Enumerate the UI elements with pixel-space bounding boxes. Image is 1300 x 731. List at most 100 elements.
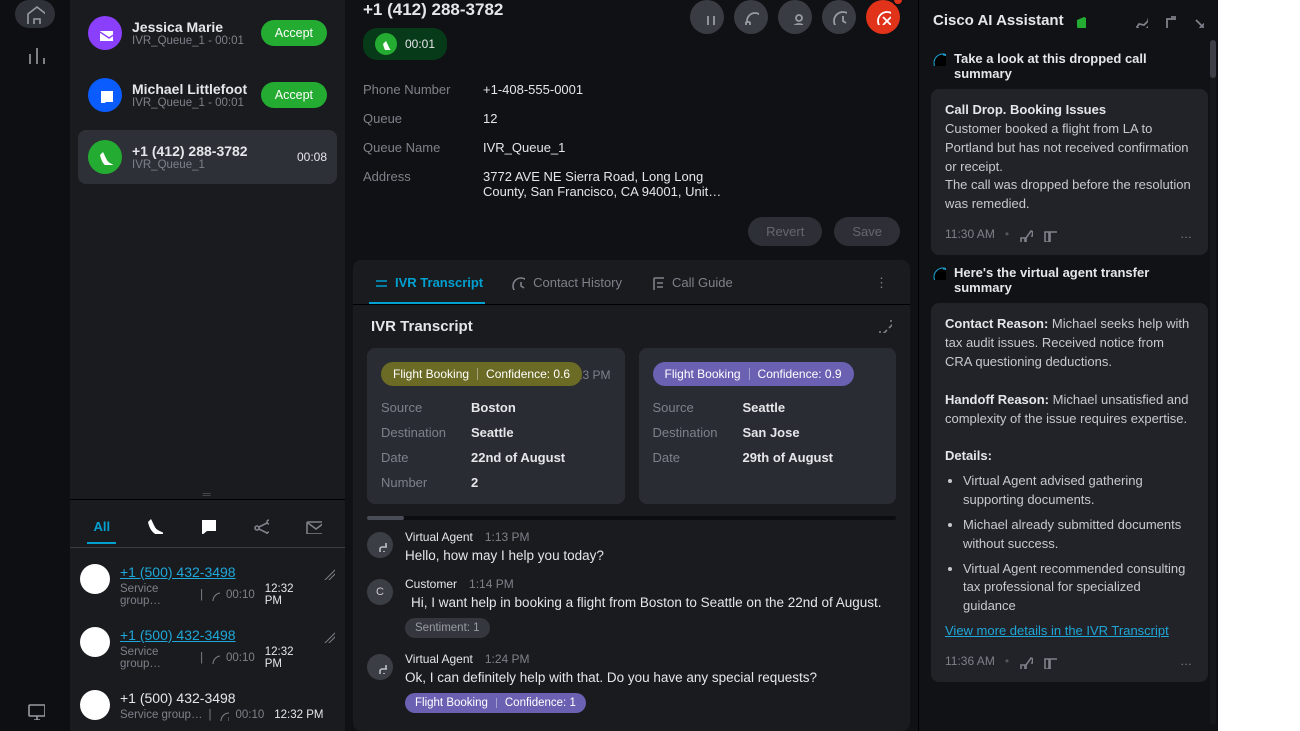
- contact-name: +1 (412) 288-3782: [132, 143, 287, 159]
- transcript-message: C Customer1:14 PM Hi, I want help in boo…: [367, 577, 896, 638]
- history-item[interactable]: +1 (500) 432-3498 Service group…| 00:10 …: [76, 680, 339, 731]
- resize-handle[interactable]: ═: [70, 490, 345, 499]
- call-header: +1 (412) 288-3782 00:01: [345, 0, 918, 246]
- intent-chip: Flight Booking Confidence: 1: [405, 693, 586, 713]
- header-buttons: Revert Save: [363, 217, 900, 246]
- wrapup-button[interactable]: [822, 0, 856, 34]
- history-number[interactable]: +1 (500) 432-3498: [120, 627, 309, 643]
- row-label: Destination: [653, 425, 743, 440]
- home-icon: [25, 4, 45, 24]
- consult-button[interactable]: [734, 0, 768, 34]
- app-root: Jessica Marie IVR_Queue_1 - 00:01 Accept…: [0, 0, 1218, 731]
- row-label: Source: [381, 400, 471, 415]
- nav-analytics[interactable]: [25, 44, 45, 67]
- mail-icon: [304, 516, 322, 534]
- history-tab-calls[interactable]: [139, 508, 169, 547]
- left-column: Jessica Marie IVR_Queue_1 - 00:01 Accept…: [70, 0, 345, 731]
- row-value: San Jose: [743, 425, 883, 440]
- edit-button[interactable]: [319, 627, 335, 646]
- phone-icon: [87, 571, 103, 587]
- edit-button[interactable]: [319, 564, 335, 583]
- tab-call-guide[interactable]: Call Guide: [646, 262, 735, 304]
- field-value: 3772 AVE NE Sierra Road, Long Long Count…: [483, 169, 743, 199]
- tab-contact-history[interactable]: Contact History: [507, 262, 624, 304]
- doc-icon: [648, 274, 664, 290]
- contact-sub: IVR_Queue_1 - 00:01: [132, 35, 251, 47]
- history-tab-chats[interactable]: [192, 508, 222, 547]
- assistant-title: Cisco AI Assistant: [933, 12, 1064, 29]
- contact-row-active[interactable]: +1 (412) 288-3782 IVR_Queue_1 00:08: [78, 130, 337, 184]
- badge-confidence: Confidence: 0.9: [758, 367, 842, 381]
- assistant-section-heading: Take a look at this dropped call summary: [931, 51, 1208, 81]
- clock-icon: [831, 9, 847, 25]
- intent-card: Flight Booking Confidence: 0.9 SourceSea…: [639, 348, 897, 504]
- card-footer: 11:36 AM• …: [945, 653, 1194, 670]
- call-fields: Phone Number +1-408-555-0001 Queue 12 Qu…: [363, 82, 900, 199]
- thumbs-down-icon[interactable]: [1043, 655, 1057, 669]
- accept-button[interactable]: Accept: [261, 20, 327, 46]
- card-label: Handoff Reason:: [945, 392, 1049, 407]
- phone-icon: [87, 634, 103, 650]
- contact-row[interactable]: Michael Littlefoot IVR_Queue_1 - 00:01 A…: [78, 68, 337, 122]
- hold-button[interactable]: [690, 0, 724, 34]
- tab-more[interactable]: ⋮: [869, 269, 894, 297]
- history-time: 12:32 PM: [265, 646, 309, 670]
- intent-badge: Flight Booking Confidence: 0.6: [381, 362, 582, 386]
- thumbs-up-icon[interactable]: [1019, 655, 1033, 669]
- card-time: 11:30 AM: [945, 226, 995, 243]
- more-button[interactable]: …: [1180, 226, 1194, 243]
- tab-ivr-transcript[interactable]: IVR Transcript: [369, 262, 485, 304]
- avatar: [88, 78, 122, 112]
- field-value: IVR_Queue_1: [483, 140, 900, 155]
- history-number: +1 (500) 432-3498: [120, 690, 335, 706]
- more-button[interactable]: …: [1180, 653, 1194, 670]
- incoming-list: Jessica Marie IVR_Queue_1 - 00:01 Accept…: [70, 0, 345, 184]
- history-tab-all[interactable]: All: [87, 511, 116, 544]
- history-tab-email[interactable]: [298, 508, 328, 547]
- row-value: Seattle: [471, 425, 611, 440]
- save-button[interactable]: Save: [834, 217, 900, 246]
- transcript-message: Virtual Agent1:13 PM Hello, how may I he…: [367, 530, 896, 563]
- nav-home[interactable]: [15, 0, 55, 28]
- revert-button[interactable]: Revert: [748, 217, 822, 246]
- contact-timer: 00:08: [297, 150, 327, 164]
- card-label: Contact Reason:: [945, 316, 1048, 331]
- horizontal-scrollbar[interactable]: [367, 516, 896, 520]
- view-details-link[interactable]: View more details in the IVR Transcript: [945, 623, 1169, 638]
- tab-label: Call Guide: [672, 275, 733, 290]
- list-item: Virtual Agent advised gathering supporti…: [963, 472, 1194, 510]
- history-dur: 00:10: [226, 589, 255, 601]
- history-item[interactable]: +1 (500) 432-3498 Service group…| 00:10 …: [76, 617, 339, 680]
- clock-icon: [209, 589, 220, 601]
- history-sub: Service group…| 00:10 12:32 PM: [120, 709, 335, 721]
- history-panel: All +1 (500) 432-3498 Service group…| 00…: [70, 499, 345, 731]
- bot-icon: [374, 539, 387, 552]
- close-icon[interactable]: [1190, 14, 1204, 28]
- mail-icon: [97, 25, 113, 41]
- card-body: Customer booked a flight from LA to Port…: [945, 121, 1191, 211]
- msg-time: 1:14 PM: [469, 577, 514, 591]
- nav-desktop[interactable]: [25, 700, 45, 723]
- accept-button[interactable]: Accept: [261, 82, 327, 108]
- assistant-section-heading: Here's the virtual agent transfer summar…: [931, 265, 1208, 295]
- pin-icon[interactable]: [1134, 14, 1148, 28]
- contact-row[interactable]: Jessica Marie IVR_Queue_1 - 00:01 Accept: [78, 6, 337, 60]
- thumbs-down-icon[interactable]: [1043, 228, 1057, 242]
- row-value: 22nd of August: [471, 450, 611, 465]
- history-number[interactable]: +1 (500) 432-3498: [120, 564, 309, 580]
- thumbs-up-icon[interactable]: [1019, 228, 1033, 242]
- contact-name: Jessica Marie: [132, 19, 251, 35]
- history-tab-social[interactable]: [245, 508, 275, 547]
- user-icon: [787, 9, 803, 25]
- popout-icon[interactable]: [1162, 14, 1176, 28]
- chip-label: Flight Booking: [415, 697, 488, 709]
- call-actions: [690, 0, 900, 34]
- transfer-button[interactable]: [778, 0, 812, 34]
- history-item[interactable]: +1 (500) 432-3498 Service group…| 00:10 …: [76, 554, 339, 617]
- msg-time: 1:24 PM: [485, 652, 530, 666]
- section-header: IVR Transcript: [353, 305, 910, 348]
- assistant-scrollbar[interactable]: [1210, 40, 1216, 725]
- expand-button[interactable]: [876, 317, 892, 336]
- contact-meta: Jessica Marie IVR_Queue_1 - 00:01: [132, 19, 251, 47]
- contact-sub: IVR_Queue_1: [132, 159, 287, 171]
